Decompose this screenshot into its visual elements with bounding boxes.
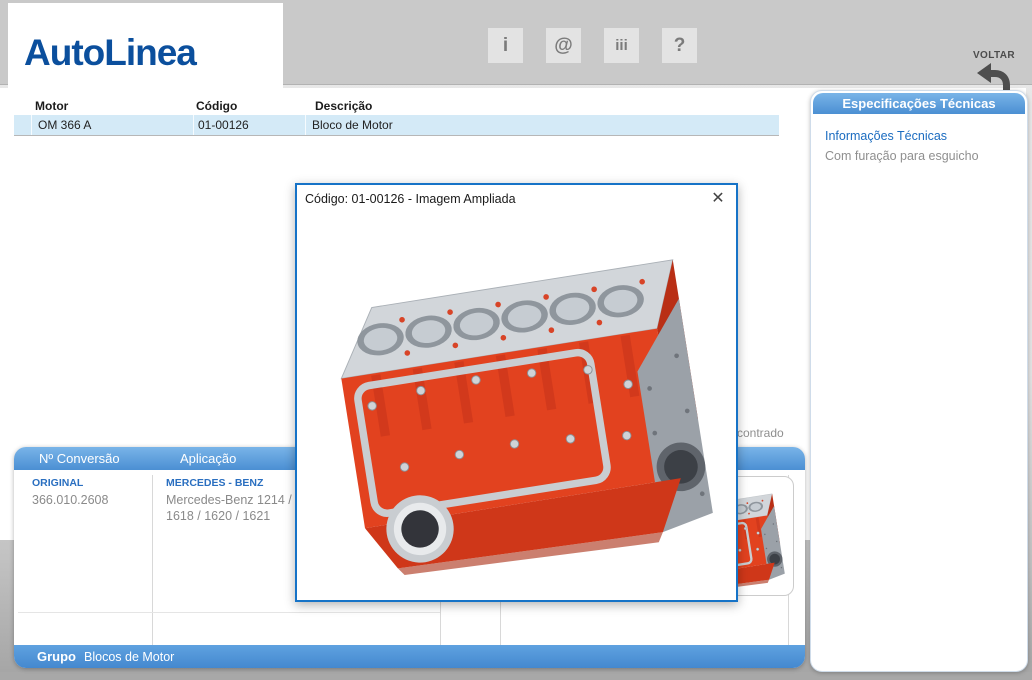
- group-label: Grupo: [37, 649, 76, 664]
- conversion-label: ORIGINAL: [32, 477, 83, 489]
- modal-title: Código: 01-00126 - Imagem Ampliada: [305, 192, 516, 206]
- column-header-conversao: Nº Conversão: [39, 451, 120, 466]
- contact-icon[interactable]: @: [546, 28, 581, 63]
- group-bar: Grupo Blocos de Motor: [14, 645, 805, 668]
- image-modal: Código: 01-00126 - Imagem Ampliada ✕: [295, 183, 738, 602]
- cell-divider: [193, 115, 194, 135]
- column-header-codigo: Código: [196, 99, 237, 113]
- column-header-motor: Motor: [35, 99, 68, 113]
- app-logo: AutoLinea: [8, 18, 196, 74]
- page-bottom-strip: [0, 672, 1032, 680]
- conversion-number: 366.010.2608: [32, 493, 108, 507]
- column-header-aplicacao: Aplicação: [180, 451, 236, 466]
- logo-box: AutoLinea: [8, 3, 283, 89]
- info-icon[interactable]: i: [488, 28, 523, 63]
- application-line1: Mercedes-Benz 1214 / 1: [166, 493, 302, 507]
- spec-note: Com furação para esguicho: [825, 149, 979, 163]
- spec-panel-title: Especificações Técnicas: [813, 93, 1025, 114]
- cell-codigo: 01-00126: [198, 118, 249, 132]
- application-brand: MERCEDES - BENZ: [166, 477, 263, 489]
- column-header-descricao: Descrição: [315, 99, 372, 113]
- stats-icon[interactable]: iii: [604, 28, 639, 63]
- truncated-message: contrado: [737, 426, 784, 440]
- engine-block-image: [309, 213, 725, 587]
- back-button-label: VOLTAR: [962, 50, 1026, 61]
- spec-panel: Especificações Técnicas Informações Técn…: [810, 90, 1028, 672]
- column-divider: [152, 475, 153, 645]
- cell-motor: OM 366 A: [38, 118, 91, 132]
- help-icon[interactable]: ?: [662, 28, 697, 63]
- back-icon[interactable]: [976, 62, 1012, 92]
- cell-divider: [31, 115, 32, 135]
- row-divider: [18, 612, 440, 613]
- table-row[interactable]: OM 366 A 01-00126 Bloco de Motor: [14, 115, 779, 135]
- cell-divider: [305, 115, 306, 135]
- close-icon[interactable]: ✕: [708, 189, 728, 209]
- table-underline: [14, 135, 779, 136]
- application-line2: 1618 / 1620 / 1621: [166, 509, 270, 523]
- cell-descricao: Bloco de Motor: [312, 118, 393, 132]
- technical-info-link[interactable]: Informações Técnicas: [825, 129, 947, 143]
- group-value: Blocos de Motor: [84, 650, 174, 664]
